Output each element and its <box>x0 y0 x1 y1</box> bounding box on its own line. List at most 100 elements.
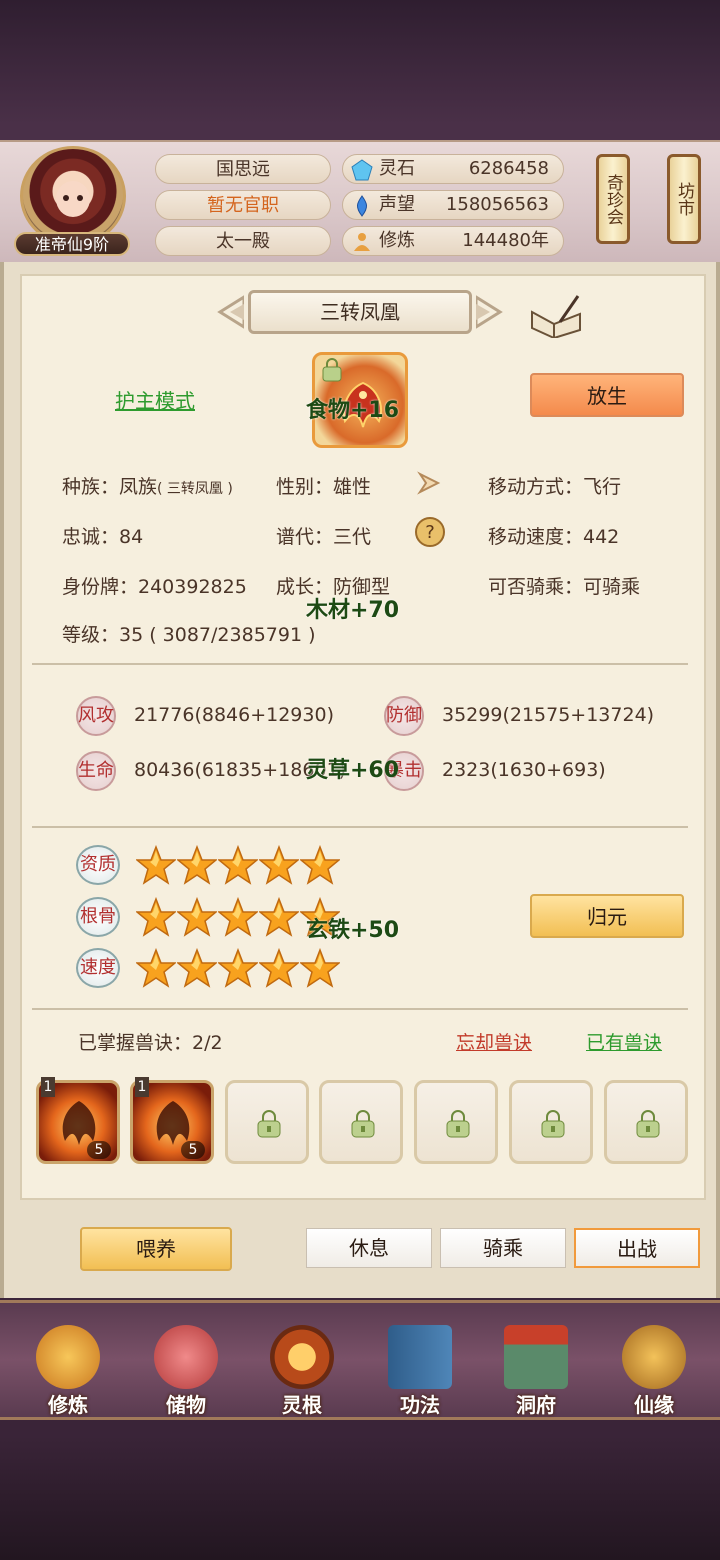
skill-tier: 1 <box>41 1077 55 1097</box>
nav-label: 储物 <box>166 1393 206 1417</box>
star-icon <box>298 947 342 988</box>
race-subtype: ( 三转凤凰 ) <box>157 481 233 497</box>
spirit-root-icon <box>270 1325 334 1389</box>
star-icon <box>216 896 260 937</box>
title-ornament-left <box>217 295 244 329</box>
player-name: 国思远 <box>155 154 331 184</box>
rank-badge: 准帝仙9阶 <box>14 232 130 256</box>
loyalty-attr: 忠诚：84 <box>62 526 144 548</box>
locked-skill-slot[interactable] <box>604 1080 688 1164</box>
nav-label: 仙缘 <box>634 1393 674 1417</box>
star-icon <box>134 947 178 988</box>
skill-slot[interactable]: 1 5 <box>130 1077 214 1164</box>
generation-attr: 谱代：三代 <box>276 526 372 548</box>
nav-cultivate[interactable]: 修炼 <box>18 1321 118 1417</box>
star-icon <box>216 947 260 988</box>
star-icon <box>257 896 301 937</box>
race-value: 种族：凤族 <box>62 476 158 498</box>
return-origin-button[interactable]: 归元 <box>530 894 684 938</box>
market-button[interactable]: 坊市 <box>667 154 701 244</box>
resource-label: 声望 <box>379 194 415 215</box>
immortal-fate-icon <box>622 1325 686 1389</box>
star-icon <box>257 947 301 988</box>
forget-skill-link[interactable]: 忘却兽诀 <box>456 1028 532 1055</box>
skill-level: 5 <box>181 1141 205 1159</box>
gender-arrow-icon[interactable] <box>414 468 444 498</box>
help-icon[interactable]: ? <box>414 516 446 548</box>
star-icon <box>134 896 178 937</box>
top-header: 准帝仙9阶 国思远 暂无官职 太一殿 灵石 6286458 声望 1580565… <box>0 140 720 267</box>
resource-value: 144480年 <box>462 230 549 251</box>
aptitude-icon: 资质 <box>76 845 120 885</box>
nav-storage[interactable]: 储物 <box>136 1321 236 1417</box>
resource-spirit-stone: 灵石 6286458 <box>342 154 564 184</box>
locked-skill-slot[interactable] <box>509 1080 593 1164</box>
storage-bag-icon <box>154 1325 218 1389</box>
resource-cultivation: 修炼 144480年 <box>342 226 564 256</box>
avatar-face <box>56 181 90 217</box>
id-tag-attr: 身份牌：240392825 <box>62 576 247 598</box>
aptitude-stars <box>134 844 342 885</box>
move-speed-attr: 移动速度：442 <box>488 526 620 548</box>
lock-icon <box>351 1110 375 1138</box>
section-divider <box>32 663 688 665</box>
star-icon <box>175 896 219 937</box>
resource-value: 6286458 <box>468 158 549 179</box>
resource-value: 158056563 <box>445 194 549 215</box>
technique-book-icon <box>388 1325 452 1389</box>
locked-skill-slot[interactable] <box>225 1080 309 1164</box>
star-icon <box>134 844 178 885</box>
nav-label: 功法 <box>400 1393 440 1417</box>
treasure-house-button[interactable]: 奇珍会 <box>596 154 630 244</box>
nav-label: 灵根 <box>282 1393 322 1417</box>
star-icon <box>298 844 342 885</box>
race-attr: 种族：凤族( 三转凤凰 ) <box>62 472 233 499</box>
feed-button[interactable]: 喂养 <box>80 1227 232 1271</box>
floating-gain-text: 玄铁+50 <box>306 918 400 943</box>
wind-attack-value: 21776(8846+12930) <box>134 704 334 726</box>
ride-button[interactable]: 骑乘 <box>440 1228 566 1268</box>
pet-handbook-icon[interactable] <box>530 294 582 338</box>
guard-mode-link[interactable]: 护主模式 <box>115 385 195 414</box>
cave-mansion-icon <box>504 1325 568 1389</box>
speed-stars <box>134 947 342 988</box>
resource-label: 灵石 <box>379 158 415 179</box>
nav-immortal-fate[interactable]: 仙缘 <box>604 1321 704 1417</box>
rideable-attr: 可否骑乘：可骑乘 <box>488 576 641 598</box>
critical-value: 2323(1630+693) <box>442 759 606 781</box>
avatar-eye <box>77 195 83 201</box>
palace-name: 太一殿 <box>155 226 331 256</box>
floating-gain-text: 食物+16 <box>306 398 400 423</box>
cultivation-icon <box>354 233 370 251</box>
svg-text:?: ? <box>425 522 435 543</box>
official-title: 暂无官职 <box>155 190 331 220</box>
speed-icon: 速度 <box>76 948 120 988</box>
defense-value: 35299(21575+13724) <box>442 704 655 726</box>
move-type-attr: 移动方式：飞行 <box>488 476 622 498</box>
nav-spirit-root[interactable]: 灵根 <box>252 1321 352 1417</box>
owned-skills-link[interactable]: 已有兽诀 <box>586 1028 662 1055</box>
release-button[interactable]: 放生 <box>530 373 684 417</box>
prestige-icon <box>357 195 367 217</box>
floating-gain-text: 灵草+60 <box>306 758 400 783</box>
nav-technique[interactable]: 功法 <box>370 1321 470 1417</box>
defense-icon: 防御 <box>384 696 424 736</box>
section-divider <box>32 826 688 828</box>
cultivate-icon <box>36 1325 100 1389</box>
bone-icon: 根骨 <box>76 897 120 937</box>
locked-skill-slot[interactable] <box>319 1080 403 1164</box>
skill-slot[interactable]: 1 5 <box>36 1077 120 1164</box>
lock-icon <box>636 1110 660 1138</box>
star-icon <box>257 844 301 885</box>
star-icon <box>175 844 219 885</box>
locked-skill-slot[interactable] <box>414 1080 498 1164</box>
resource-prestige: 声望 158056563 <box>342 190 564 220</box>
lock-icon <box>541 1110 565 1138</box>
rest-button[interactable]: 休息 <box>306 1228 432 1268</box>
nav-cave-mansion[interactable]: 洞府 <box>486 1321 586 1417</box>
bottom-nav: 修炼 储物 灵根 功法 洞府 仙缘 <box>0 1300 720 1420</box>
player-avatar[interactable] <box>20 146 126 246</box>
battle-button[interactable]: 出战 <box>574 1228 700 1268</box>
mastered-skills-count: 已掌握兽诀：2/2 <box>78 1032 223 1054</box>
lock-icon <box>257 1110 281 1138</box>
